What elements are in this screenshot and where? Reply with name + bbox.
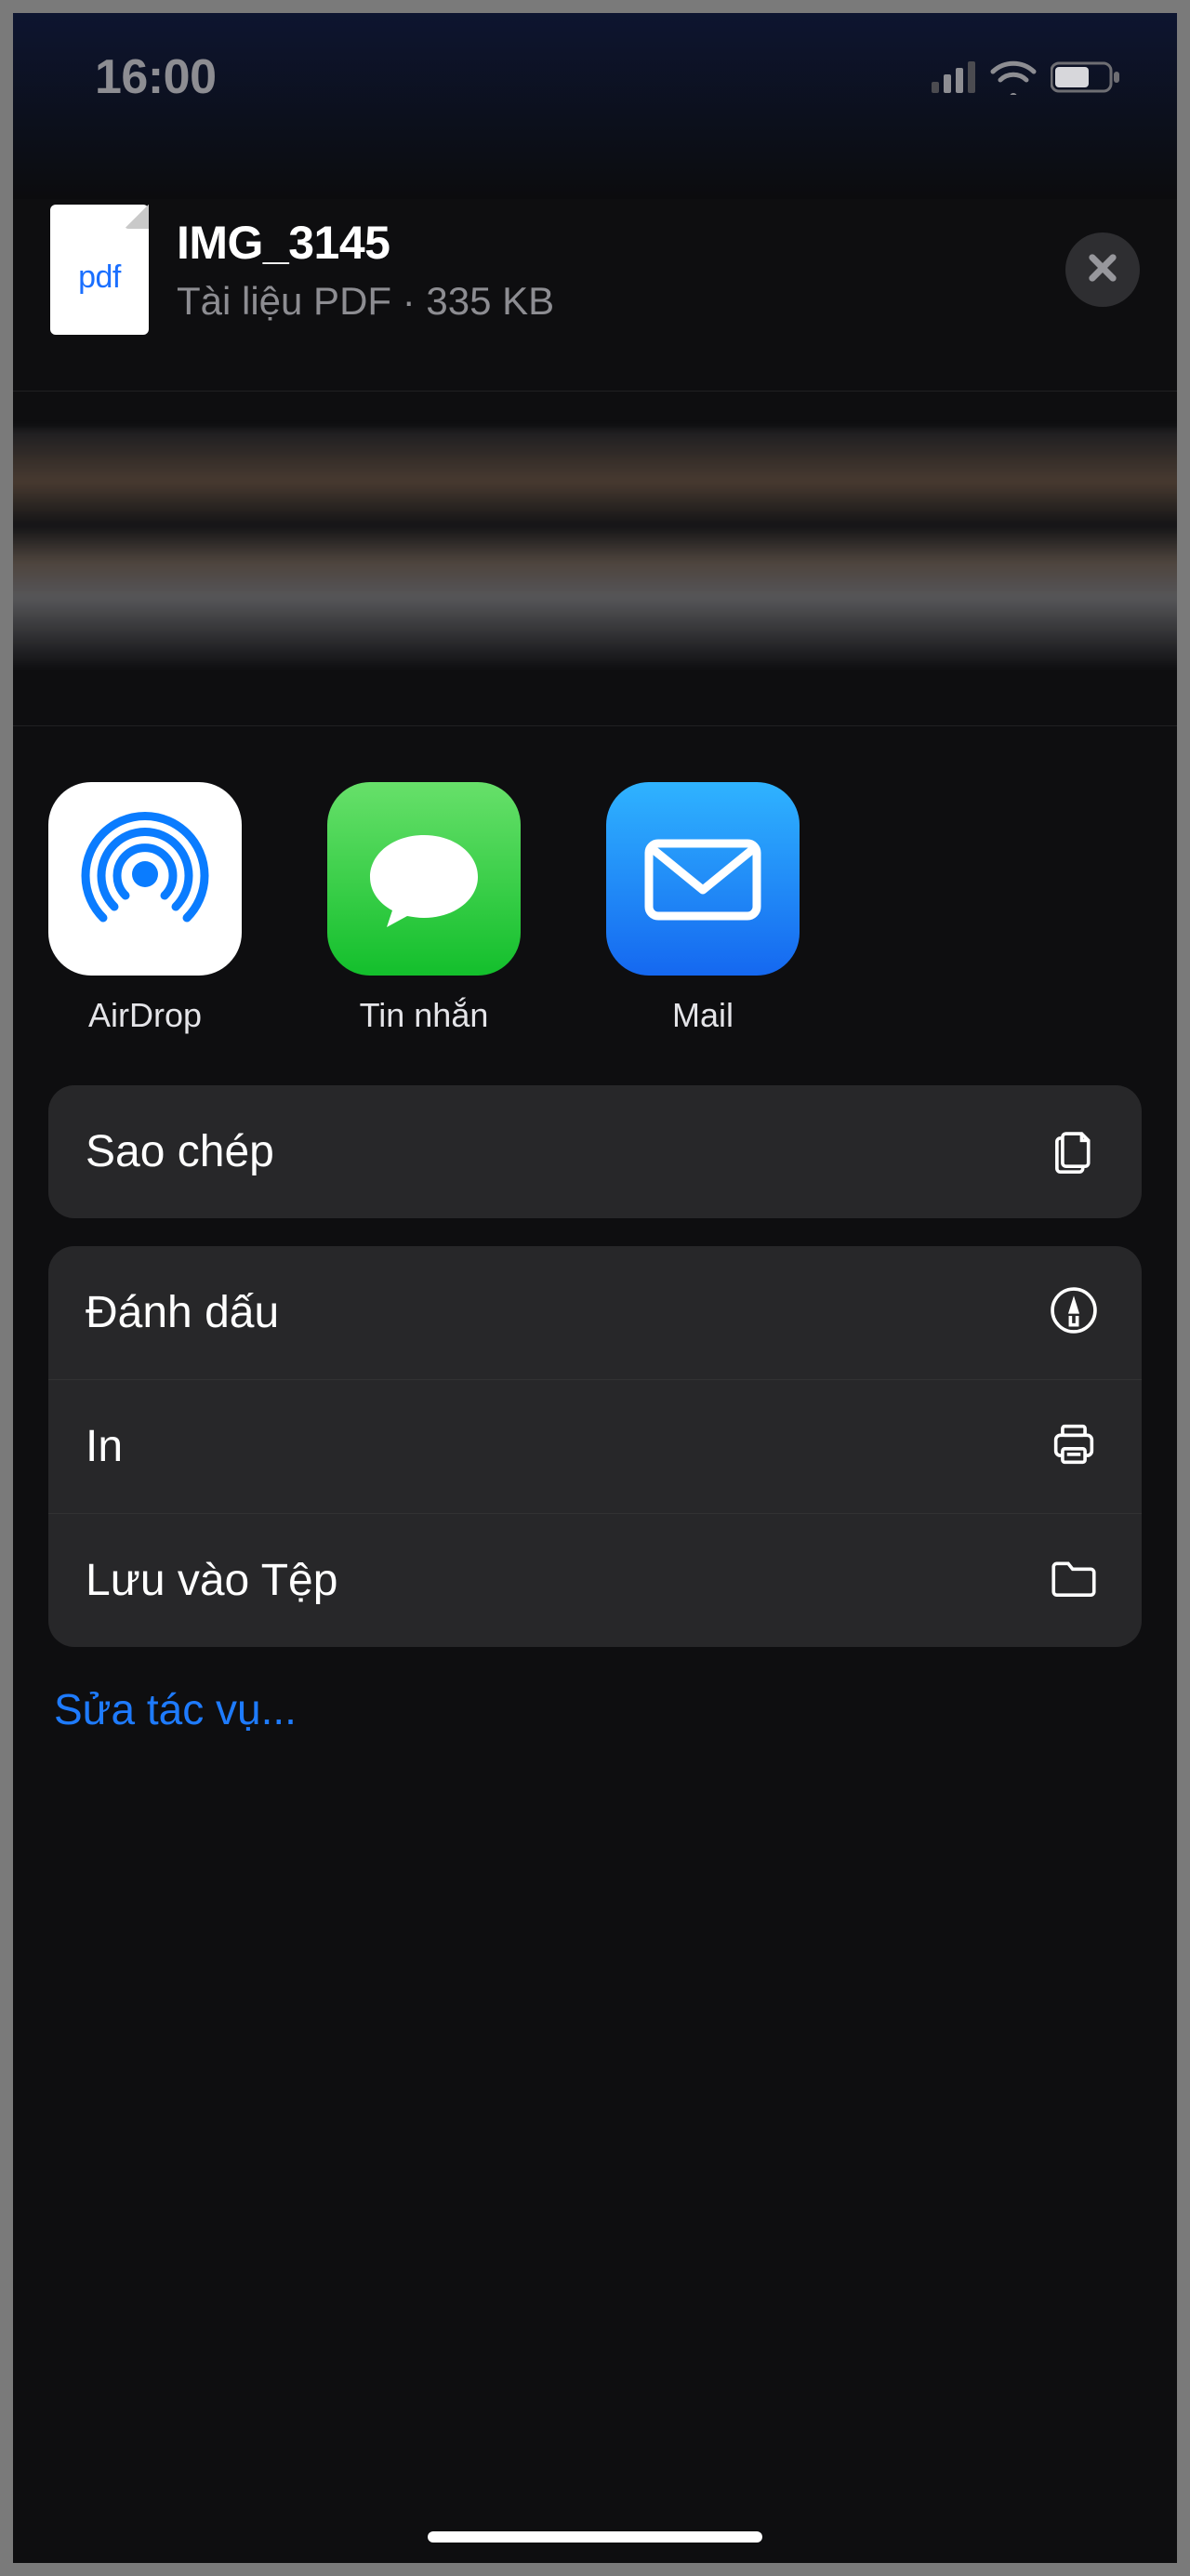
close-button[interactable] (1065, 232, 1140, 307)
action-label: Lưu vào Tệp (86, 1555, 337, 1606)
share-app-label: Mail (672, 996, 734, 1035)
action-list: Sao chép Đánh dấu (13, 1085, 1177, 1647)
file-meta: Tài liệu PDF · 335 KB (177, 279, 554, 324)
messages-icon (327, 782, 521, 976)
file-type-icon: pdf (50, 205, 149, 335)
airdrop-icon (48, 782, 242, 976)
share-app-messages[interactable]: Tin nhắn (327, 782, 521, 1035)
share-header: pdf IMG_3145 Tài liệu PDF · 335 KB (13, 171, 1177, 392)
wifi-icon (989, 60, 1038, 95)
status-indicators (932, 60, 1121, 95)
device-frame: 16:00 (13, 13, 1177, 2563)
action-label: In (86, 1421, 123, 1472)
close-icon (1085, 250, 1120, 290)
action-label: Sao chép (86, 1126, 274, 1177)
cellular-icon (932, 61, 976, 93)
share-app-airdrop[interactable]: AirDrop (48, 782, 242, 1035)
action-group-more: Đánh dấu In (48, 1246, 1142, 1647)
action-group-copy: Sao chép (48, 1085, 1142, 1218)
home-indicator[interactable] (428, 2531, 762, 2543)
battery-icon (1051, 60, 1121, 94)
file-type-text: Tài liệu PDF (177, 279, 391, 323)
action-markup[interactable]: Đánh dấu (48, 1246, 1142, 1379)
print-icon (1047, 1417, 1101, 1476)
file-type-label: pdf (78, 259, 121, 296)
edit-actions-row: Sửa tác vụ... (13, 1675, 1177, 1734)
action-copy[interactable]: Sao chép (48, 1085, 1142, 1218)
edit-actions-link[interactable]: Sửa tác vụ... (54, 1685, 297, 1733)
mail-icon (606, 782, 800, 976)
folder-icon (1047, 1551, 1101, 1610)
markup-icon (1047, 1283, 1101, 1342)
action-label: Đánh dấu (86, 1287, 279, 1338)
share-app-label: AirDrop (88, 996, 202, 1035)
status-bar: 16:00 (13, 13, 1177, 115)
file-size-text: 335 KB (426, 279, 554, 323)
share-sheet: pdf IMG_3145 Tài liệu PDF · 335 KB (13, 171, 1177, 1734)
file-name: IMG_3145 (177, 216, 554, 270)
copy-icon (1047, 1122, 1101, 1181)
action-save-to-files[interactable]: Lưu vào Tệp (48, 1513, 1142, 1647)
share-app-mail[interactable]: Mail (606, 782, 800, 1035)
file-info: IMG_3145 Tài liệu PDF · 335 KB (177, 216, 554, 324)
file-preview-strip (13, 392, 1177, 726)
status-time: 16:00 (95, 49, 217, 105)
share-app-label: Tin nhắn (360, 996, 489, 1035)
action-print[interactable]: In (48, 1379, 1142, 1513)
share-apps-row: AirDrop Tin nhắn Mail (13, 726, 1177, 1085)
